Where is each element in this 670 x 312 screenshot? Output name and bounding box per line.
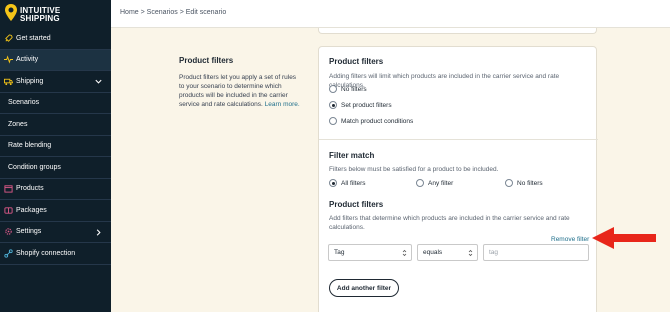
- filter-match-hint: Filters below must be satisfied for a pr…: [329, 166, 499, 173]
- chevron-down-icon[interactable]: [94, 77, 103, 86]
- radio-circle-selected[interactable]: [329, 179, 337, 187]
- product-filters-heading: Product filters: [329, 57, 384, 66]
- select-arrows-icon: [468, 249, 473, 257]
- sidebar-item-shipping[interactable]: Shipping: [0, 71, 111, 93]
- filters-list-hint: Add filters that determine which product…: [329, 215, 570, 231]
- filter-operator-select[interactable]: equals: [417, 244, 478, 261]
- radio-all-filters[interactable]: All filters: [329, 179, 366, 187]
- radio-circle-selected[interactable]: [329, 101, 337, 109]
- sidebar-item-label: Condition groups: [8, 163, 61, 171]
- location-pin-icon: [5, 4, 17, 21]
- filter-match-section: Filter match Filters below must be satis…: [329, 151, 591, 174]
- remove-filter-link[interactable]: Remove filter: [551, 236, 589, 243]
- top-bar: Home > Scenarios > Edit scenario: [111, 0, 670, 28]
- section-description: Product filters Product filters let you …: [179, 56, 301, 109]
- previous-card-edge: [318, 28, 597, 34]
- radio-no-filters[interactable]: No filters: [329, 85, 367, 93]
- truck-icon: [4, 78, 13, 85]
- product-filters-card: Product filters Adding filters will limi…: [318, 46, 598, 312]
- sidebar-item-label: Get started: [16, 34, 51, 42]
- package-icon: [4, 207, 13, 214]
- sidebar-item-condition-groups[interactable]: Condition groups: [0, 157, 111, 179]
- brand-name-line2: SHIPPING: [20, 14, 60, 23]
- learn-more-link[interactable]: Learn more.: [265, 101, 300, 108]
- section-title: Product filters: [179, 56, 234, 65]
- sidebar-item-label: Packages: [16, 206, 47, 214]
- sidebar-item-label: Zones: [8, 120, 28, 128]
- rocket-icon: [5, 34, 13, 42]
- brand-logo[interactable]: INTUITIVE SHIPPING: [0, 0, 111, 28]
- radio-set-product-filters[interactable]: Set product filters: [329, 101, 392, 109]
- pulse-icon: [4, 55, 13, 64]
- radio-any-filter[interactable]: Any filter: [416, 179, 453, 187]
- product-filters-mode-section: Product filters Adding filters will limi…: [329, 57, 591, 90]
- section-body: Product filters let you apply a set of r…: [179, 74, 300, 108]
- sidebar: INTUITIVE SHIPPING Get started Activity …: [0, 0, 111, 312]
- sidebar-item-zones[interactable]: Zones: [0, 114, 111, 136]
- sidebar-item-products[interactable]: Products: [0, 179, 111, 200]
- sidebar-item-label: Activity: [16, 56, 39, 64]
- add-another-filter-button[interactable]: Add another filter: [329, 279, 399, 297]
- radio-circle[interactable]: [505, 179, 513, 187]
- sidebar-item-label: Products: [16, 185, 44, 193]
- sidebar-item-packages[interactable]: Packages: [0, 200, 111, 222]
- sidebar-item-label: Settings: [16, 228, 42, 236]
- radio-match-product-conditions[interactable]: Match product conditions: [329, 117, 413, 125]
- chevron-right-icon[interactable]: [94, 228, 103, 237]
- sidebar-item-label: Shopify connection: [16, 249, 76, 257]
- sidebar-item-label: Scenarios: [8, 99, 40, 107]
- radio-circle[interactable]: [329, 85, 337, 93]
- sidebar-item-scenarios[interactable]: Scenarios: [0, 93, 111, 114]
- sidebar-item-label: Shipping: [16, 77, 44, 85]
- filters-list-section: Product filters Add filters that determi…: [329, 200, 591, 232]
- product-filters-hint: Adding filters will limit which products…: [329, 73, 560, 89]
- filter-value-input[interactable]: tag: [483, 244, 589, 261]
- filter-field-select[interactable]: Tag: [328, 244, 412, 261]
- sidebar-item-rate-blending[interactable]: Rate blending: [0, 136, 111, 157]
- annotation-arrow-icon: [592, 227, 656, 249]
- filter-match-heading: Filter match: [329, 151, 375, 160]
- sidebar-item-label: Rate blending: [8, 142, 52, 150]
- sidebar-item-shopify-connection[interactable]: Shopify connection: [0, 243, 111, 265]
- sidebar-item-settings[interactable]: Settings: [0, 222, 111, 243]
- select-arrows-icon: [402, 249, 407, 257]
- filters-list-heading: Product filters: [329, 200, 384, 209]
- breadcrumb[interactable]: Home > Scenarios > Edit scenario: [120, 9, 226, 16]
- divider: [319, 139, 598, 140]
- sidebar-item-activity[interactable]: Activity: [0, 49, 111, 71]
- sidebar-nav: Get started Activity Shipping Scenarios …: [0, 28, 111, 265]
- sidebar-item-get-started[interactable]: Get started: [0, 28, 111, 50]
- radio-no-filters-match[interactable]: No filters: [505, 179, 543, 187]
- radio-circle[interactable]: [416, 179, 424, 187]
- radio-circle[interactable]: [329, 117, 337, 125]
- box-icon: [4, 185, 13, 193]
- link-icon: [4, 249, 13, 258]
- gear-icon: [5, 228, 12, 235]
